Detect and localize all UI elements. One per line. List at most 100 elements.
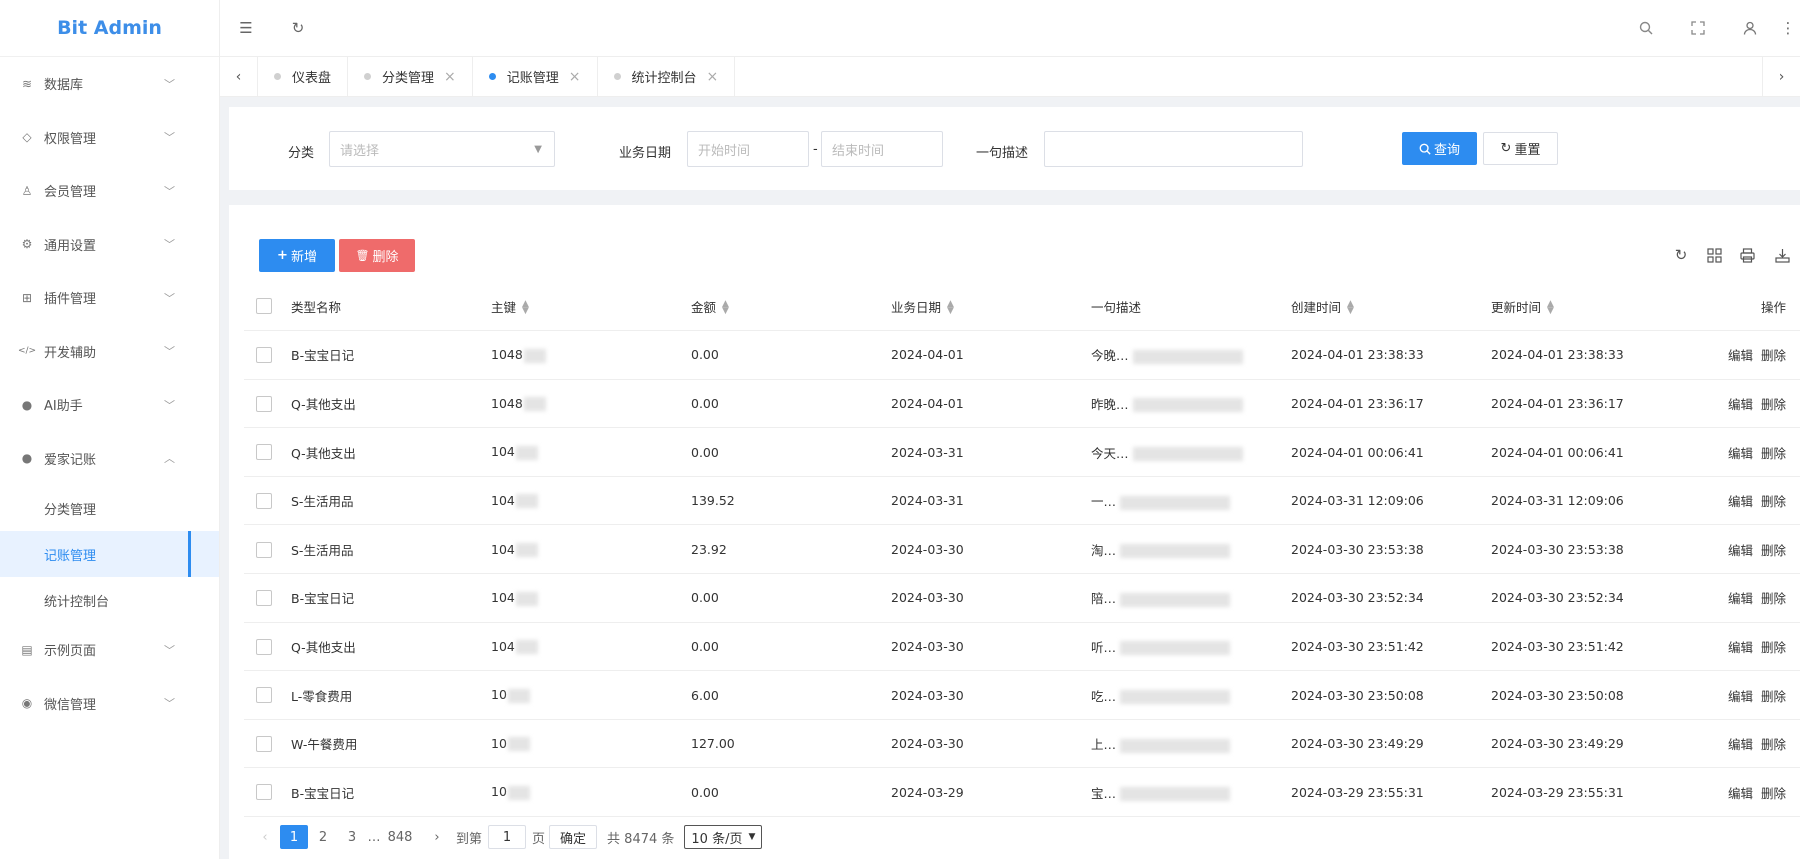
column-header-label: 一句描述 — [1091, 299, 1142, 315]
menu-fold-icon[interactable]: ☰ — [220, 0, 272, 57]
row-checkbox[interactable] — [256, 735, 272, 752]
edit-link[interactable]: 编辑 — [1728, 591, 1753, 606]
sort-icon[interactable]: ▲ ▼ — [1547, 300, 1554, 316]
sidebar-item[interactable]: ◇ 权限管理 ﹀ — [0, 111, 219, 165]
row-checkbox[interactable] — [256, 687, 272, 704]
row-checkbox[interactable] — [256, 347, 272, 364]
select-all-checkbox[interactable] — [256, 298, 272, 315]
close-icon[interactable]: × — [707, 69, 719, 85]
sort-icon[interactable]: ▲ ▼ — [947, 300, 954, 316]
prev-page-icon[interactable]: ‹ — [251, 825, 279, 849]
delete-button[interactable]: 🗑 删除 — [339, 239, 415, 272]
delete-link[interactable]: 删除 — [1761, 446, 1786, 461]
tab[interactable]: 统计控制台 × — [598, 57, 736, 96]
delete-link[interactable]: 删除 — [1761, 786, 1786, 801]
fullscreen-icon[interactable] — [1672, 0, 1724, 57]
sidebar-item[interactable]: ≋ 数据库 ﹀ — [0, 57, 219, 111]
sidebar-item[interactable]: ⚙ 通用设置 ﹀ — [0, 218, 219, 272]
sort-icon[interactable]: ▲ ▼ — [1347, 300, 1354, 316]
table-refresh-icon[interactable]: ↻ — [1671, 245, 1691, 265]
print-icon[interactable] — [1737, 245, 1757, 265]
desc-label: 一句描述 — [976, 146, 1029, 161]
delete-link[interactable]: 删除 — [1761, 640, 1786, 655]
delete-link[interactable]: 删除 — [1761, 689, 1786, 704]
redacted-mask — [1132, 447, 1243, 462]
search-icon[interactable] — [1620, 0, 1672, 57]
delete-link[interactable]: 删除 — [1761, 494, 1786, 509]
next-page-icon[interactable]: › — [423, 825, 451, 849]
goto-page-input[interactable]: 1 — [488, 825, 527, 849]
goto-confirm-button[interactable]: 确定 — [549, 825, 598, 849]
desc-input[interactable] — [1044, 131, 1303, 167]
start-date-input[interactable]: 开始时间 — [687, 131, 809, 167]
sidebar-item[interactable]: ♙ 会员管理 ﹀ — [0, 164, 219, 218]
page-ellipsis[interactable]: … — [367, 825, 381, 849]
more-icon[interactable]: ⋮ — [1776, 0, 1800, 57]
edit-link[interactable]: 编辑 — [1728, 397, 1753, 412]
add-button[interactable]: + 新增 — [259, 239, 335, 272]
close-icon[interactable]: × — [569, 69, 581, 85]
sidebar-item[interactable]: </> 开发辅助 ﹀ — [0, 325, 219, 379]
edit-link[interactable]: 编辑 — [1728, 494, 1753, 509]
row-checkbox[interactable] — [256, 784, 272, 801]
cell-desc: 淘… — [1091, 524, 1291, 575]
column-header[interactable]: 金额 ▲ ▼ — [691, 282, 891, 332]
chevron-down-icon: ﹀ — [164, 238, 175, 252]
sidebar-subitem[interactable]: 统计控制台 — [0, 577, 219, 623]
page-number[interactable]: 1 — [280, 825, 308, 849]
query-button[interactable]: 查询 — [1402, 132, 1477, 165]
row-checkbox[interactable] — [256, 395, 272, 412]
sidebar-item[interactable]: ◉ 微信管理 ﹀ — [0, 677, 219, 731]
column-header[interactable]: 业务日期 ▲ ▼ — [891, 282, 1091, 332]
column-header[interactable]: 更新时间 ▲ ▼ — [1491, 282, 1691, 332]
page-size-select[interactable]: 10 条/页 ▼ — [684, 825, 763, 849]
edit-link[interactable]: 编辑 — [1728, 689, 1753, 704]
edit-link[interactable]: 编辑 — [1728, 543, 1753, 558]
delete-link[interactable]: 删除 — [1761, 348, 1786, 363]
tab-scroll-right-icon[interactable]: › — [1762, 57, 1800, 96]
reset-button[interactable]: ↻ 重置 — [1483, 132, 1558, 165]
sidebar-subitem[interactable]: 记账管理 — [0, 531, 219, 577]
edit-link[interactable]: 编辑 — [1728, 348, 1753, 363]
sidebar-item[interactable]: ● 爱家记账 ︿ — [0, 432, 219, 486]
edit-link[interactable]: 编辑 — [1728, 446, 1753, 461]
user-icon[interactable] — [1724, 0, 1776, 57]
wechat-icon: ◉ — [21, 696, 33, 711]
sort-icon[interactable]: ▲ ▼ — [522, 300, 529, 316]
sidebar-item[interactable]: ⊞ 插件管理 ﹀ — [0, 271, 219, 325]
sidebar-item[interactable]: ▤ 示例页面 ﹀ — [0, 623, 219, 677]
sort-icon[interactable]: ▲ ▼ — [722, 300, 729, 316]
columns-icon[interactable] — [1704, 245, 1724, 265]
row-checkbox[interactable] — [256, 444, 272, 461]
app-logo: Bit Admin — [0, 0, 219, 57]
row-checkbox[interactable] — [256, 492, 272, 509]
edit-link[interactable]: 编辑 — [1728, 786, 1753, 801]
tab[interactable]: 仪表盘 — [258, 57, 349, 96]
category-select[interactable]: 请选择 ▼ — [329, 131, 555, 167]
delete-link[interactable]: 删除 — [1761, 397, 1786, 412]
column-header[interactable]: 主键 ▲ ▼ — [491, 282, 691, 332]
edit-link[interactable]: 编辑 — [1728, 737, 1753, 752]
edit-link[interactable]: 编辑 — [1728, 640, 1753, 655]
delete-link[interactable]: 删除 — [1761, 737, 1786, 752]
page-number[interactable]: 2 — [309, 825, 337, 849]
sidebar-subitem[interactable]: 分类管理 — [0, 485, 219, 531]
tab[interactable]: 记账管理 × — [473, 57, 598, 96]
cell-updated: 2024-04-01 23:38:33 — [1491, 330, 1691, 380]
refresh-icon[interactable]: ↻ — [272, 0, 324, 57]
export-icon[interactable] — [1772, 245, 1792, 265]
delete-link[interactable]: 删除 — [1761, 591, 1786, 606]
delete-link[interactable]: 删除 — [1761, 543, 1786, 558]
tab-scroll-left-icon[interactable]: ‹ — [220, 57, 258, 96]
page-number-last[interactable]: 848 — [382, 825, 418, 849]
column-header[interactable]: 创建时间 ▲ ▼ — [1291, 282, 1491, 332]
page-number[interactable]: 3 — [338, 825, 366, 849]
tab[interactable]: 分类管理 × — [348, 57, 473, 96]
end-date-input[interactable]: 结束时间 — [821, 131, 943, 167]
cell-date: 2024-04-01 — [891, 379, 1091, 429]
row-checkbox[interactable] — [256, 541, 272, 558]
row-checkbox[interactable] — [256, 590, 272, 607]
close-icon[interactable]: × — [444, 69, 456, 85]
row-checkbox[interactable] — [256, 638, 272, 655]
sidebar-item[interactable]: ● AI助手 ﹀ — [0, 378, 219, 432]
